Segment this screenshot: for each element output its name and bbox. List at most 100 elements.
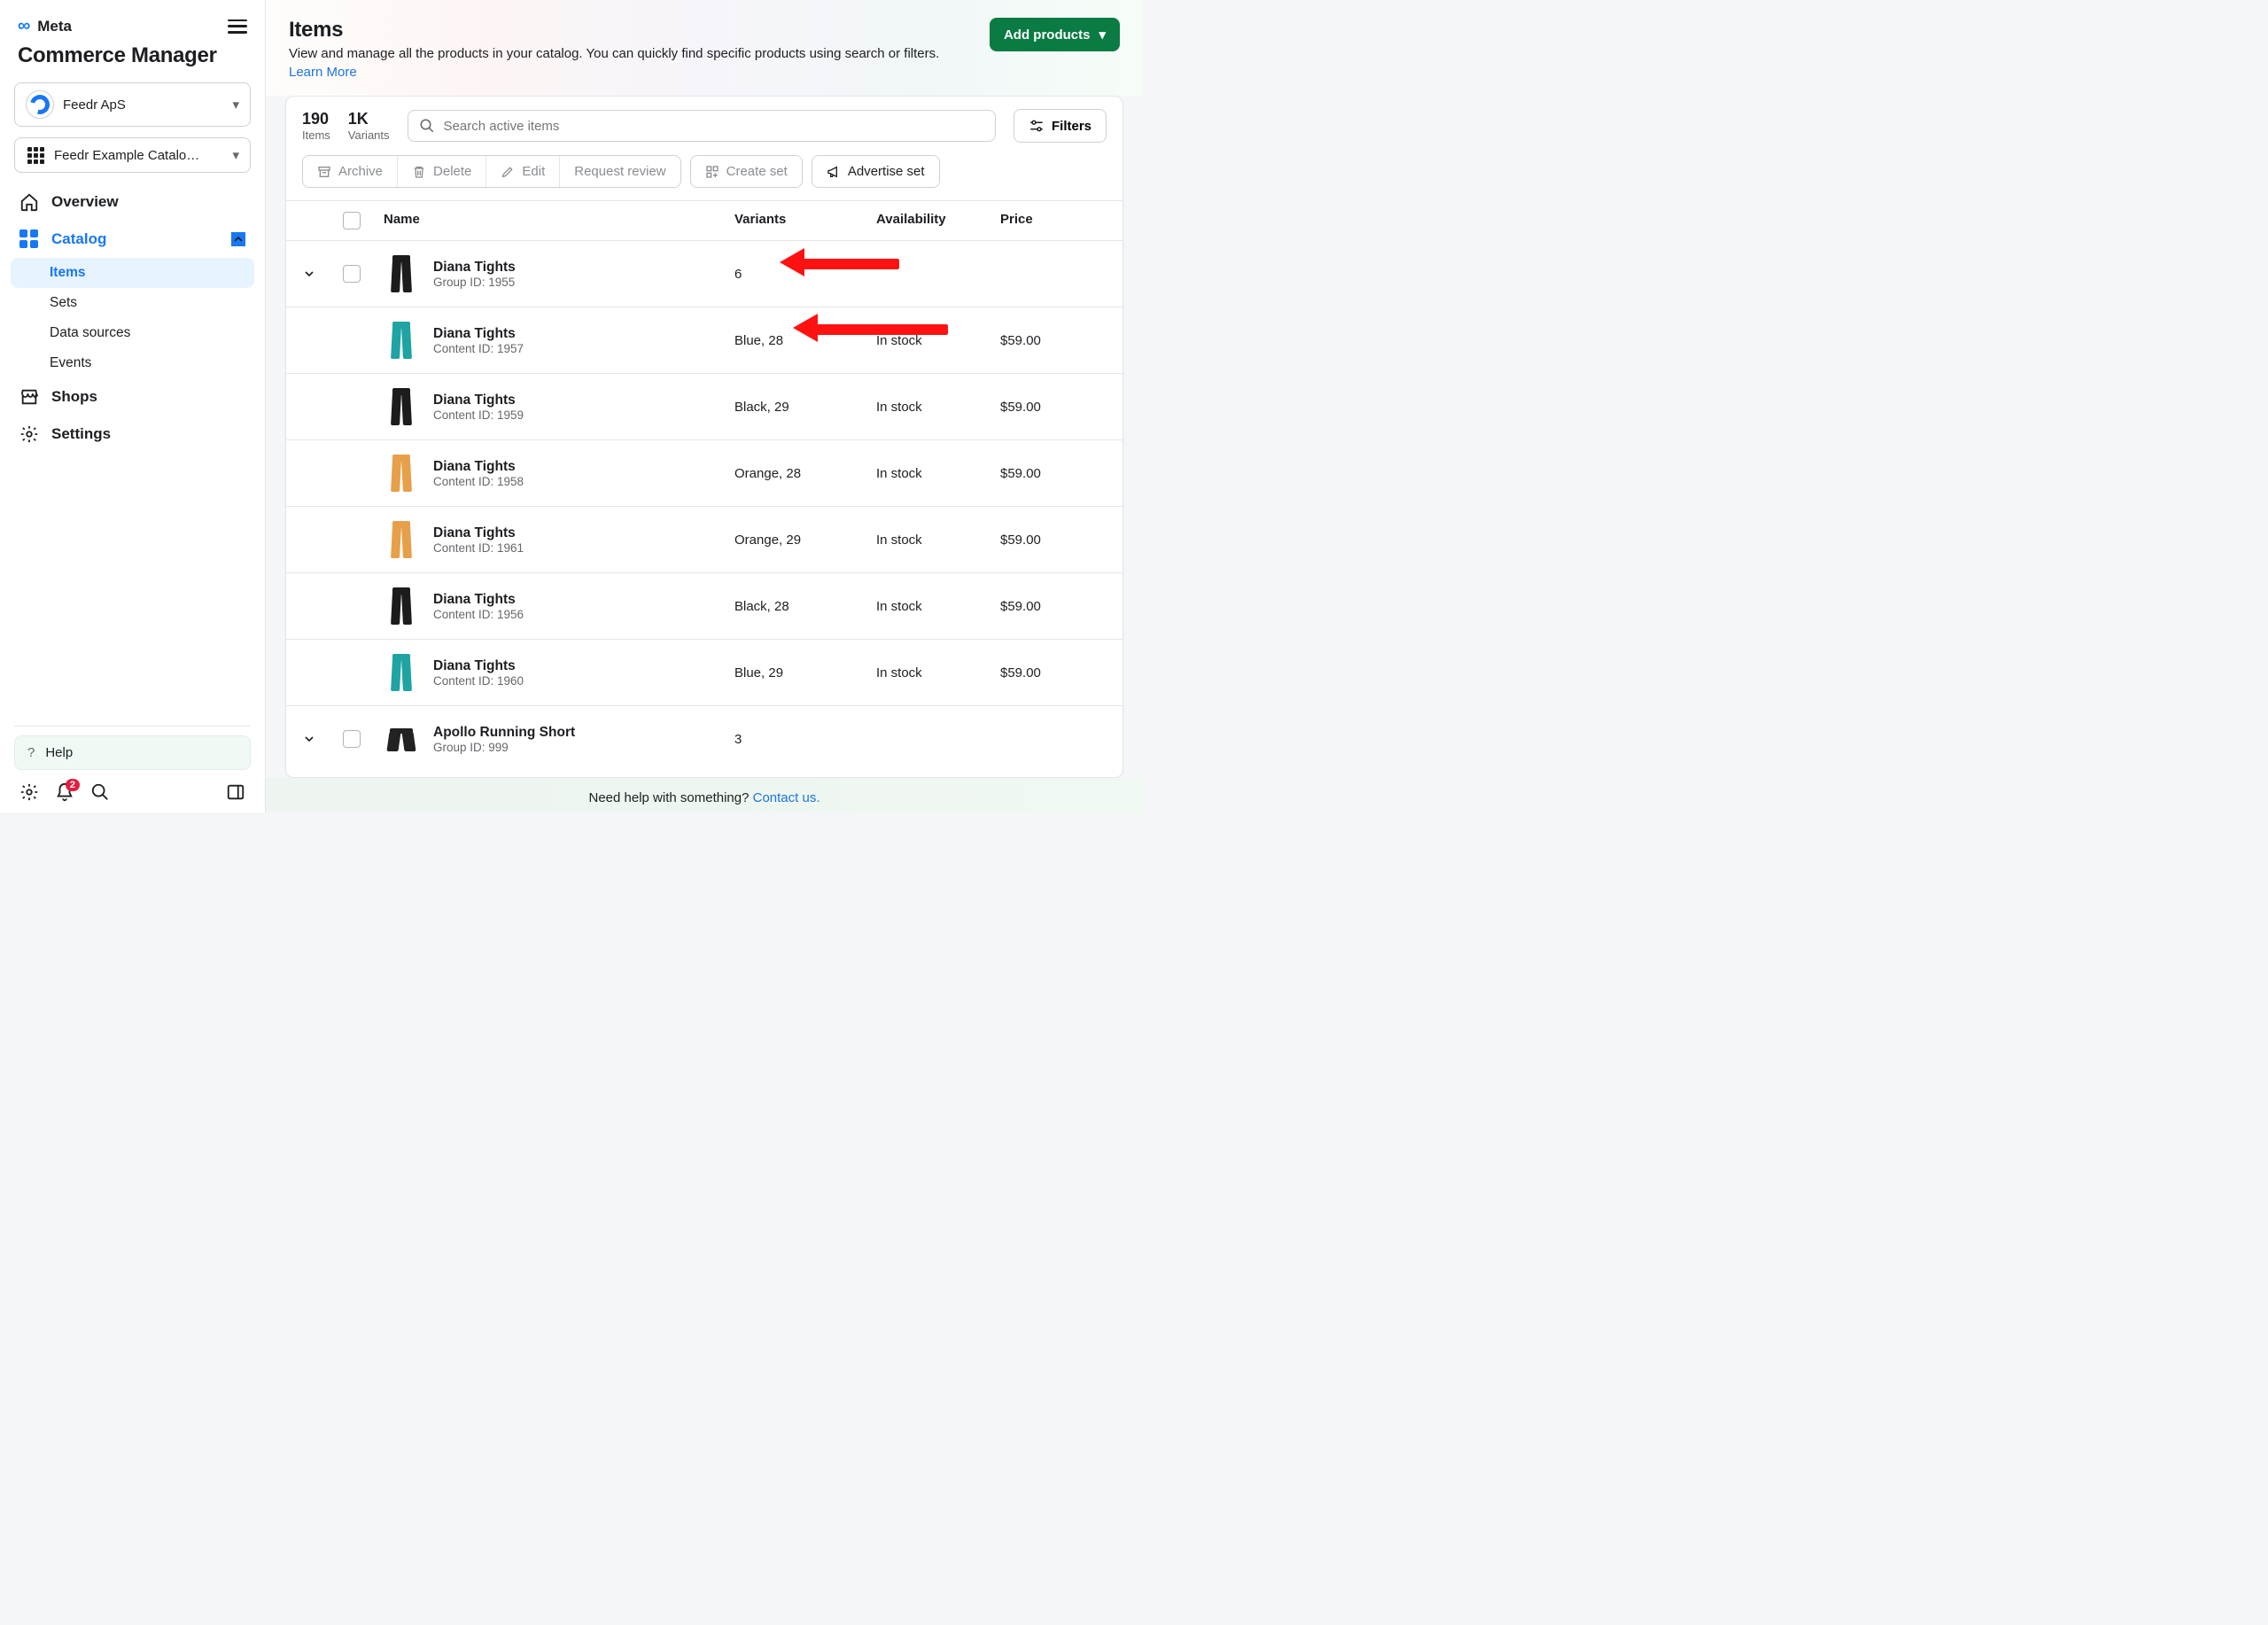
table-row[interactable]: Diana TightsContent ID: 1956Black, 28In …: [286, 572, 1122, 639]
table-row[interactable]: Diana TightsContent ID: 1960Blue, 29In s…: [286, 639, 1122, 705]
variants-cell: Black, 29: [734, 400, 876, 415]
product-name: Diana Tights: [433, 326, 524, 342]
product-thumbnail: [384, 586, 419, 626]
filters-button[interactable]: Filters: [1014, 109, 1107, 143]
variants-cell: Orange, 29: [734, 533, 876, 548]
availability-cell: In stock: [876, 400, 1000, 415]
table-row[interactable]: Diana TightsContent ID: 1957Blue, 28In s…: [286, 307, 1122, 373]
account-picker[interactable]: Feedr ApS ▾: [14, 82, 251, 127]
contact-us-link[interactable]: Contact us.: [753, 790, 820, 805]
sidebar-item-label: Items: [50, 265, 86, 280]
availability-cell: In stock: [876, 333, 1000, 348]
advertise-set-button[interactable]: Advertise set: [812, 156, 939, 187]
nav-label: Catalog: [51, 230, 106, 248]
select-all-checkbox[interactable]: [343, 212, 361, 229]
help-button[interactable]: ? Help: [14, 735, 251, 770]
catalog-picker[interactable]: Feedr Example Catalog (600… ▾: [14, 137, 251, 173]
col-name: Name: [384, 212, 734, 229]
sidebar-item-events[interactable]: Events: [11, 348, 254, 378]
price-cell: $59.00: [1000, 665, 1107, 680]
btn-label: Advertise set: [848, 164, 925, 179]
search-input-wrap[interactable]: [408, 110, 996, 142]
name-cell: Diana TightsContent ID: 1959: [384, 386, 734, 427]
btn-label: Delete: [433, 164, 471, 179]
nav-shops[interactable]: Shops: [11, 378, 254, 416]
stat-label: Items: [302, 128, 330, 142]
edit-button[interactable]: Edit: [486, 156, 560, 187]
learn-more-link[interactable]: Learn More: [289, 65, 357, 80]
variants-cell: 3: [734, 732, 876, 747]
grid-icon: [26, 145, 45, 165]
delete-button[interactable]: Delete: [398, 156, 486, 187]
sidebar-item-items[interactable]: Items: [11, 258, 254, 288]
footer-text: Need help with something?: [589, 790, 753, 805]
chevron-down-icon: [302, 732, 316, 746]
grid-plus-icon: [705, 165, 719, 179]
create-set-button[interactable]: Create set: [691, 156, 802, 187]
sidebar-item-label: Events: [50, 355, 91, 370]
price-cell: $59.00: [1000, 466, 1107, 481]
availability-cell: In stock: [876, 599, 1000, 614]
product-thumbnail: [384, 652, 419, 693]
chevron-down-icon: ▾: [232, 147, 239, 163]
table-row[interactable]: Apollo Running ShortGroup ID: 9993: [286, 705, 1122, 772]
request-review-button[interactable]: Request review: [560, 156, 680, 187]
product-thumbnail: [384, 719, 419, 759]
availability-cell: In stock: [876, 533, 1000, 548]
col-variants: Variants: [734, 212, 876, 229]
search-input[interactable]: [444, 119, 984, 134]
help-footer: Need help with something? Contact us.: [266, 778, 1143, 812]
sidebar-item-sets[interactable]: Sets: [11, 288, 254, 318]
home-icon: [19, 192, 39, 212]
product-id: Group ID: 999: [433, 741, 575, 754]
meta-brand: ∞ Meta: [18, 16, 72, 36]
main: Items View and manage all the products i…: [266, 0, 1143, 812]
name-cell: Diana TightsGroup ID: 1955: [384, 253, 734, 294]
name-cell: Diana TightsContent ID: 1956: [384, 586, 734, 626]
gear-icon[interactable]: [19, 782, 39, 802]
btn-label: Request review: [574, 164, 665, 179]
nav-overview[interactable]: Overview: [11, 183, 254, 221]
stat-value: 1K: [348, 110, 390, 128]
archive-button[interactable]: Archive: [303, 156, 398, 187]
question-icon: ?: [27, 745, 35, 760]
stat-value: 190: [302, 110, 330, 128]
product-name: Diana Tights: [433, 393, 524, 408]
price-cell: $59.00: [1000, 333, 1107, 348]
add-products-button[interactable]: Add products ▾: [990, 18, 1120, 51]
price-cell: $59.00: [1000, 400, 1107, 415]
col-price: Price: [1000, 212, 1107, 229]
expand-toggle[interactable]: [302, 267, 343, 281]
hamburger-icon[interactable]: [228, 17, 247, 36]
row-checkbox[interactable]: [343, 265, 361, 283]
product-thumbnail: [384, 519, 419, 560]
nav-catalog[interactable]: Catalog: [11, 221, 254, 258]
btn-label: Create set: [726, 164, 788, 179]
search-icon[interactable]: [90, 782, 110, 802]
table-row[interactable]: Diana TightsContent ID: 1958Orange, 28In…: [286, 439, 1122, 506]
expand-toggle[interactable]: [302, 732, 343, 746]
table-row[interactable]: Diana TightsContent ID: 1961Orange, 29In…: [286, 506, 1122, 572]
availability-cell: In stock: [876, 665, 1000, 680]
product-thumbnail: [384, 253, 419, 294]
product-name: Diana Tights: [433, 459, 524, 475]
name-cell: Diana TightsContent ID: 1960: [384, 652, 734, 693]
variants-cell: 6: [734, 267, 876, 282]
table-row[interactable]: Diana TightsContent ID: 1959Black, 29In …: [286, 373, 1122, 439]
product-name: Diana Tights: [433, 592, 524, 608]
product-id: Content ID: 1957: [433, 342, 524, 355]
nav-settings[interactable]: Settings: [11, 416, 254, 453]
sidebar: ∞ Meta Commerce Manager Feedr ApS ▾ Feed…: [0, 0, 266, 812]
row-checkbox[interactable]: [343, 730, 361, 748]
account-name: Feedr ApS: [63, 97, 126, 113]
price-cell: $59.00: [1000, 599, 1107, 614]
notifications-button[interactable]: 2: [55, 782, 74, 802]
sidebar-item-data-sources[interactable]: Data sources: [11, 318, 254, 348]
stat-label: Variants: [348, 128, 390, 142]
table-body: Diana TightsGroup ID: 19556Diana TightsC…: [286, 240, 1122, 777]
panel-toggle-icon[interactable]: [226, 782, 245, 802]
stat-items: 190 Items: [302, 110, 330, 142]
table-row[interactable]: Diana TightsGroup ID: 19556: [286, 240, 1122, 307]
add-products-label: Add products: [1004, 27, 1091, 43]
account-avatar-icon: [26, 90, 54, 119]
